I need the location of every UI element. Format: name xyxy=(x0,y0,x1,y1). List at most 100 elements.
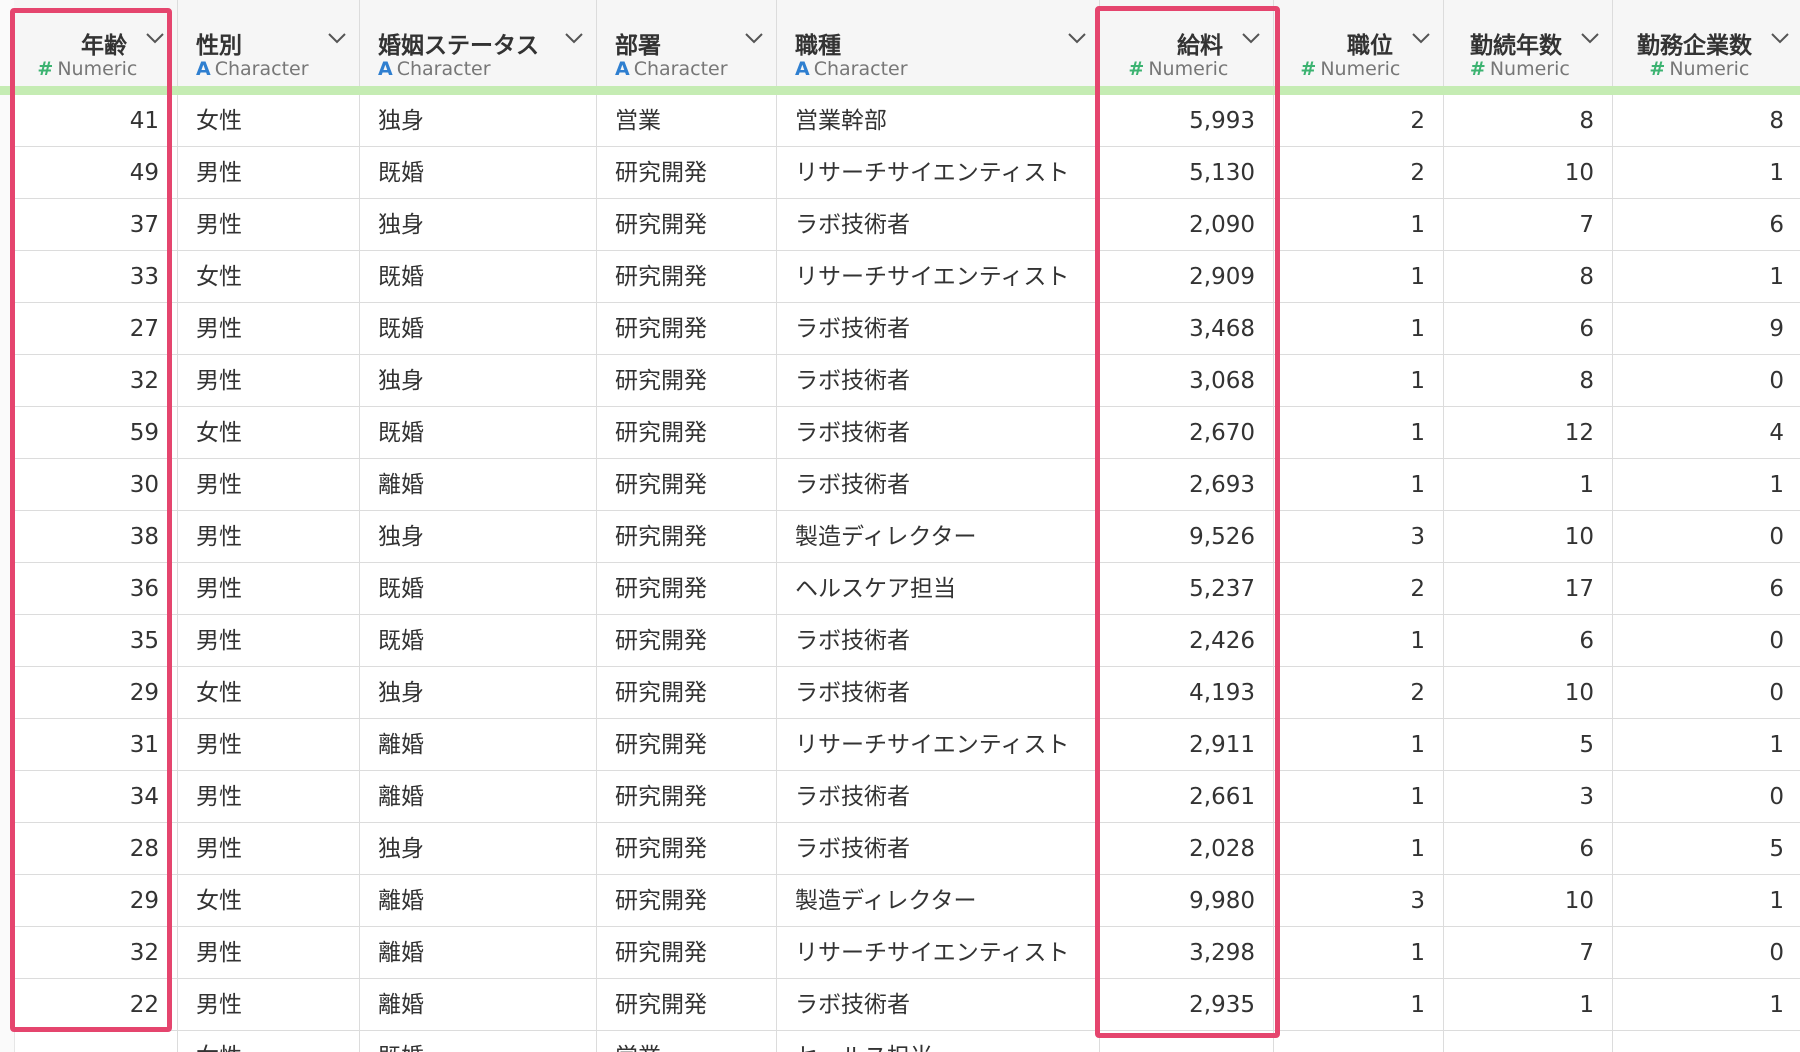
table-cell: 既婚 xyxy=(360,251,597,303)
column-name: 給料 xyxy=(1177,33,1223,59)
table-cell: 離婚 xyxy=(360,719,597,771)
table-cell: 3 xyxy=(1274,511,1444,563)
table-cell: 10 xyxy=(1444,511,1613,563)
table-cell: 28 xyxy=(14,823,178,875)
column-header-1[interactable]: 年齢 # Numeric xyxy=(14,0,178,86)
column-type: # Numeric xyxy=(37,58,137,80)
table-cell: 9,526 xyxy=(1100,511,1274,563)
chevron-down-icon[interactable] xyxy=(326,30,348,46)
table-cell: 7 xyxy=(1444,927,1613,979)
column-header-4[interactable]: 部署 A Character xyxy=(597,0,777,86)
table-cell: 既婚 xyxy=(360,407,597,459)
table-cell: 研究開発 xyxy=(597,823,777,875)
table-cell: 研究開発 xyxy=(597,355,777,407)
column-type-label: Character xyxy=(396,58,491,80)
table-cell: 既婚 xyxy=(360,615,597,667)
table-cell: 1 xyxy=(1274,407,1444,459)
table-cell: 離婚 xyxy=(360,979,597,1031)
table-cell xyxy=(1100,1031,1274,1052)
table-cell: 2,661 xyxy=(1100,771,1274,823)
table-cell: 研究開発 xyxy=(597,407,777,459)
column-header-8[interactable]: 勤続年数 # Numeric xyxy=(1444,0,1613,86)
table-cell: 2,909 xyxy=(1100,251,1274,303)
table-cell: 2,693 xyxy=(1100,459,1274,511)
table-cell: 0 xyxy=(1613,615,1800,667)
character-type-icon: A xyxy=(795,58,810,80)
table-cell: 36 xyxy=(14,563,178,615)
table-cell: 男性 xyxy=(178,979,360,1031)
table-cell: ラボ技術者 xyxy=(777,615,1100,667)
column-header-5[interactable]: 職種 A Character xyxy=(777,0,1100,86)
table-cell: 離婚 xyxy=(360,771,597,823)
table-cell: リサーチサイエンティスト xyxy=(777,719,1100,771)
table-cell: 1 xyxy=(1274,355,1444,407)
chevron-down-icon[interactable] xyxy=(1240,30,1262,46)
table-cell: ヘルスケア担当 xyxy=(777,563,1100,615)
table-cell: 5,130 xyxy=(1100,147,1274,199)
table-cell: 1 xyxy=(1613,459,1800,511)
table-cell: 1 xyxy=(1274,303,1444,355)
table-cell: 59 xyxy=(14,407,178,459)
table-cell: 5,993 xyxy=(1100,95,1274,147)
chevron-down-icon[interactable] xyxy=(144,30,166,46)
table-cell: 研究開発 xyxy=(597,147,777,199)
chevron-down-icon[interactable] xyxy=(1410,30,1432,46)
table-cell: 研究開発 xyxy=(597,927,777,979)
table-cell: 男性 xyxy=(178,823,360,875)
table-cell: 独身 xyxy=(360,199,597,251)
numeric-type-icon: # xyxy=(1128,58,1145,80)
table-cell: 2,090 xyxy=(1100,199,1274,251)
character-type-icon: A xyxy=(378,58,393,80)
table-cell: 独身 xyxy=(360,511,597,563)
column-header-2[interactable]: 性別 A Character xyxy=(178,0,360,86)
column-header-7[interactable]: 職位 # Numeric xyxy=(1274,0,1444,86)
table-cell: 8 xyxy=(1444,355,1613,407)
table-cell: 38 xyxy=(14,511,178,563)
table-cell: 男性 xyxy=(178,459,360,511)
table-cell: 6 xyxy=(1444,303,1613,355)
table-cell: 3 xyxy=(1444,771,1613,823)
column-type-label: Numeric xyxy=(1148,58,1229,80)
chevron-down-icon[interactable] xyxy=(1579,30,1601,46)
table-cell: 1 xyxy=(1274,927,1444,979)
table-cell: 女性 xyxy=(178,407,360,459)
table-cell: 1 xyxy=(1274,459,1444,511)
column-name: 性別 xyxy=(196,33,242,59)
column-header-9[interactable]: 勤務企業数 # Numeric xyxy=(1613,0,1800,86)
table-cell: 49 xyxy=(14,147,178,199)
table-cell: 製造ディレクター xyxy=(777,511,1100,563)
column-type: # Numeric xyxy=(1470,58,1570,80)
table-cell: 研究開発 xyxy=(597,459,777,511)
table-cell: 既婚 xyxy=(360,303,597,355)
character-type-icon: A xyxy=(196,58,211,80)
table-cell: 32 xyxy=(14,355,178,407)
table-cell: 8 xyxy=(1613,95,1800,147)
table-cell: 男性 xyxy=(178,199,360,251)
table-cell: 女性 xyxy=(178,251,360,303)
chevron-down-icon[interactable] xyxy=(563,30,585,46)
column-header-3[interactable]: 婚姻ステータス A Character xyxy=(360,0,597,86)
table-cell: 10 xyxy=(1444,147,1613,199)
table-cell: 27 xyxy=(14,303,178,355)
row-gutter xyxy=(0,0,15,1052)
column-type-label: Character xyxy=(813,58,908,80)
column-type-label: Numeric xyxy=(57,58,138,80)
table-cell: 2,670 xyxy=(1100,407,1274,459)
table-cell: リサーチサイエンティスト xyxy=(777,251,1100,303)
table-cell: 10 xyxy=(1444,875,1613,927)
table-cell: 0 xyxy=(1613,927,1800,979)
chevron-down-icon[interactable] xyxy=(743,30,765,46)
table-cell: 離婚 xyxy=(360,927,597,979)
table-cell: 男性 xyxy=(178,771,360,823)
chevron-down-icon[interactable] xyxy=(1769,30,1791,46)
table-cell: 8 xyxy=(1444,251,1613,303)
numeric-type-icon: # xyxy=(1469,58,1486,80)
chevron-down-icon[interactable] xyxy=(1066,30,1088,46)
table-cell: 4,193 xyxy=(1100,667,1274,719)
column-header-6[interactable]: 給料 # Numeric xyxy=(1100,0,1274,86)
table-cell: 3 xyxy=(1274,875,1444,927)
table-cell: 男性 xyxy=(178,563,360,615)
column-type: A Character xyxy=(795,58,908,80)
table-cell: 34 xyxy=(14,771,178,823)
table-cell: 9 xyxy=(1613,303,1800,355)
